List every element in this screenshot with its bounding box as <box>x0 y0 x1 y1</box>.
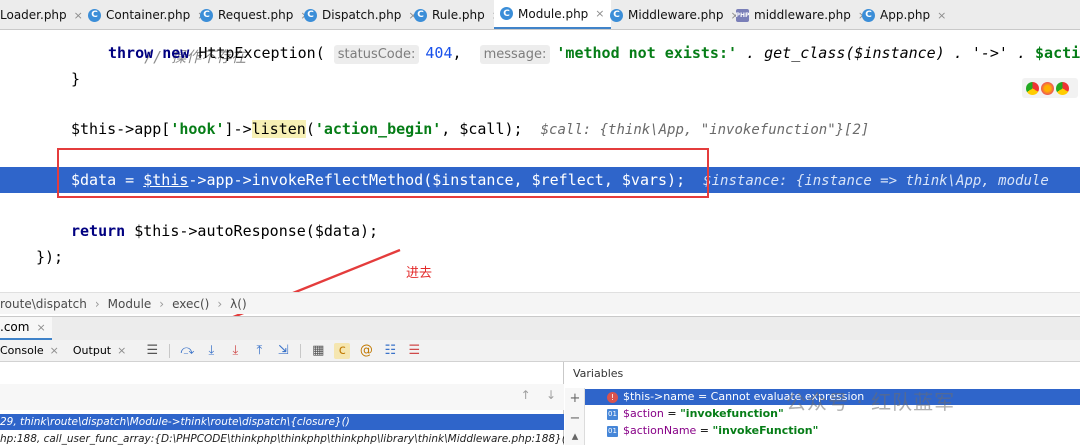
breadcrumb-item[interactable]: λ() <box>230 297 246 311</box>
debug-session-tab[interactable]: .com × <box>0 316 52 341</box>
frame-nav-icons[interactable]: ↑ ↓ <box>521 388 556 402</box>
variable-name: $action <box>623 407 664 420</box>
frames-pane: ↑ ↓ 29, think\route\dispatch\Module->thi… <box>0 362 564 445</box>
session-tab-label: .com <box>0 320 30 334</box>
tab-output[interactable]: Output × <box>73 344 140 357</box>
evaluate-expression-icon[interactable]: ▦ <box>310 343 326 359</box>
frame-row[interactable]: hp:188, call_user_func_array:{D:\PHPCODE… <box>0 431 564 445</box>
menu-icon[interactable]: ☰ <box>144 343 160 359</box>
close-icon[interactable]: × <box>117 344 126 357</box>
variable-value: "invokefunction" <box>680 407 784 420</box>
list-icon[interactable]: ☷ <box>382 343 398 359</box>
step-over-icon[interactable]: ⤼ <box>179 343 195 359</box>
at-icon[interactable]: @ <box>358 343 374 359</box>
debug-toolbar: Console × Output × ☰ ⤼ ⤓ ⤓ ⤒ ⇲ ▦ c @ ☷ ☰ <box>0 340 1080 362</box>
frame-label: hp:188, call_user_func_array:{D:\PHPCODE… <box>0 433 564 445</box>
close-icon[interactable]: × <box>36 321 45 334</box>
watermark: 公众号 · 红队蓝军 <box>786 390 956 414</box>
close-icon[interactable]: × <box>50 344 59 357</box>
chevron-right-icon: › <box>159 296 165 311</box>
field-icon: 01 <box>607 408 618 420</box>
variable-name: $actionName <box>623 424 697 437</box>
tab-console[interactable]: Console × <box>0 344 73 357</box>
chevron-right-icon: › <box>94 296 100 311</box>
breadcrumb-item[interactable]: Module <box>108 297 152 311</box>
toolbar-separator <box>300 343 302 358</box>
frames-header: ↑ ↓ <box>0 384 564 410</box>
settings-list-icon[interactable]: ☰ <box>406 343 422 359</box>
remove-icon[interactable]: − <box>568 412 582 426</box>
breadcrumb-item[interactable]: exec() <box>172 297 209 311</box>
frame-row-selected[interactable]: 29, think\route\dispatch\Module->think\r… <box>0 414 564 430</box>
chevron-right-icon: › <box>217 296 223 311</box>
variable-value: "invokeFunction" <box>712 424 819 437</box>
add-icon[interactable]: + <box>568 392 582 406</box>
field-icon: 01 <box>607 425 618 437</box>
class-filter-icon[interactable]: c <box>334 342 351 359</box>
output-tab-label: Output <box>72 344 112 357</box>
force-step-into-icon[interactable]: ⤓ <box>227 343 243 359</box>
error-icon: ! <box>607 391 618 403</box>
step-into-icon[interactable]: ⤓ <box>203 343 219 359</box>
breadcrumb-item[interactable]: route\dispatch <box>0 297 87 311</box>
toolbar-separator <box>169 343 171 358</box>
run-to-cursor-icon[interactable]: ⇲ <box>275 343 291 359</box>
variable-row[interactable]: 01 $actionName = "invokeFunction" <box>607 423 818 439</box>
debug-session-bar: .com × <box>0 316 1080 341</box>
step-out-icon[interactable]: ⤒ <box>251 343 267 359</box>
variable-name: $this->name <box>623 390 695 403</box>
frame-label: 29, think\route\dispatch\Module->think\r… <box>0 416 350 428</box>
breadcrumb: route\dispatch › Module › exec() › λ() <box>0 292 1080 314</box>
arrow-up-icon[interactable]: ▴ <box>568 430 582 444</box>
variables-title: Variables <box>573 367 624 380</box>
variables-gutter: + − ▴ <box>565 388 585 445</box>
console-tab-label: Console <box>0 344 44 357</box>
annotation-label: 进去 <box>406 266 433 281</box>
variable-row[interactable]: 01 $action = "invokefunction" <box>607 406 784 422</box>
